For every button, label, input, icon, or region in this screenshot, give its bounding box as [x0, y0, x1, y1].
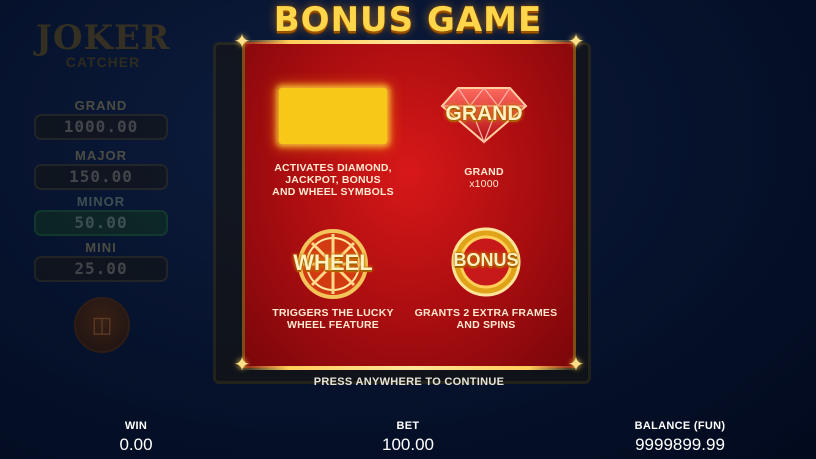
jackpot-value: 1000.00 [34, 114, 168, 140]
feature-description: TRIGGERS THE LUCKY WHEEL FEATURE [272, 307, 394, 331]
jackpot-label: GRAND [74, 98, 128, 113]
press-anywhere-prompt[interactable]: PRESS ANYWHERE TO CONTINUE [242, 376, 576, 388]
balance-label: BALANCE (FUN) [634, 420, 726, 432]
win-value: 0.00 [119, 435, 153, 454]
bonus-coin-icon: BONUS [445, 226, 527, 298]
jackpot-value: 50.00 [34, 210, 168, 236]
bet-value: 100.00 [382, 435, 434, 454]
page-title: BONUS GAME [273, 0, 543, 40]
grand-word: GRAND [445, 102, 523, 125]
balance-display: BALANCE (FUN) 9999899.99 [610, 420, 750, 455]
glowing-frame-icon [279, 88, 387, 144]
jackpot-value: 150.00 [34, 164, 168, 190]
basket-icon: ◫ [74, 297, 130, 353]
feature-description: GRANTS 2 EXTRA FRAMES AND SPINS [414, 307, 558, 331]
balance-value: 9999899.99 [635, 435, 725, 454]
sparkle-icon: ✦ [567, 354, 585, 376]
wheel-icon: WHEEL [286, 226, 380, 302]
jackpot-label: MAJOR [75, 148, 127, 163]
diamond-grand-icon: GRAND [440, 84, 528, 144]
bet-label: BET [396, 420, 420, 432]
sparkle-icon: ✦ [233, 31, 251, 53]
sparkle-icon: ✦ [233, 354, 251, 376]
jackpot-mini: MINI 25.00 [34, 240, 168, 282]
sparkle-icon: ✦ [567, 31, 585, 53]
win-display: WIN 0.00 [86, 420, 186, 455]
wheel-word: WHEEL [293, 250, 373, 275]
win-label: WIN [124, 420, 148, 432]
jackpot-minor: MINOR 50.00 [34, 194, 168, 236]
jackpot-grand: GRAND 1000.00 [34, 98, 168, 140]
bet-display: BET 100.00 [358, 420, 458, 455]
bonus-word: BONUS [453, 250, 519, 270]
jackpot-value: 25.00 [34, 256, 168, 282]
game-scene[interactable]: JOKER CATCHER GRAND 1000.00 MAJOR 150.00… [0, 0, 816, 459]
feature-description: ACTIVATES DIAMOND, JACKPOT, BONUS AND WH… [272, 162, 394, 198]
jackpot-label: MINOR [76, 194, 126, 209]
jackpot-label: MINI [85, 240, 117, 255]
jackpot-major: MAJOR 150.00 [34, 148, 168, 190]
feature-description: GRAND x1000 [464, 166, 504, 190]
